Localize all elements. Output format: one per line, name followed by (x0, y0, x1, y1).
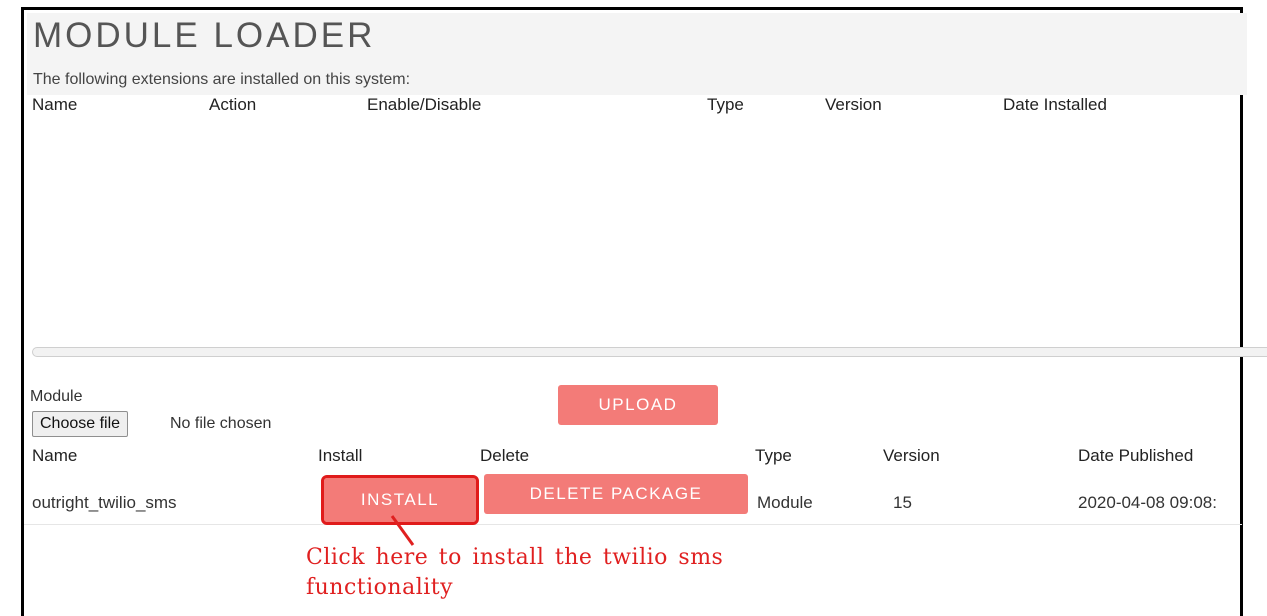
col-type: Type (755, 446, 792, 465)
col-version: Version (825, 95, 882, 114)
upload-button[interactable]: UPLOAD (558, 385, 718, 425)
header-panel: MODULE LOADER The following extensions a… (27, 13, 1247, 95)
col-date-installed: Date Installed (1003, 95, 1107, 114)
table-row: outright_twilio_sms INSTALL DELETE PACKA… (24, 470, 1242, 525)
col-name: Name (32, 95, 78, 114)
package-type: Module (757, 493, 813, 512)
module-label: Module (30, 388, 83, 405)
package-name: outright_twilio_sms (32, 493, 177, 512)
package-date-published: 2020-04-08 09:08: (1078, 493, 1217, 512)
col-delete: Delete (480, 446, 530, 465)
col-name: Name (32, 446, 78, 465)
delete-package-button[interactable]: DELETE PACKAGE (484, 474, 748, 514)
col-version: Version (883, 446, 940, 465)
no-file-chosen-text: No file chosen (170, 415, 272, 432)
choose-file-button[interactable]: Choose file (32, 411, 129, 437)
horizontal-scrollbar[interactable] (32, 347, 1267, 357)
annotation-line-2: functionality (306, 575, 454, 600)
col-enable-disable: Enable/Disable (367, 95, 482, 114)
module-loader-frame: MODULE LOADER The following extensions a… (21, 7, 1267, 616)
annotation-callout: Click here to install the twilio sms fun… (306, 543, 723, 603)
page-subtitle: The following extensions are installed o… (33, 71, 411, 88)
col-date-published: Date Published (1078, 446, 1194, 465)
install-button[interactable]: INSTALL (321, 475, 479, 525)
annotation-line-1: Click here to install the twilio sms (306, 545, 724, 570)
package-version: 15 (893, 493, 912, 512)
page-title: MODULE LOADER (33, 16, 376, 55)
col-action: Action (209, 95, 257, 114)
col-type: Type (707, 95, 744, 114)
extensions-table-header: Name Action Enable/Disable Type Version … (24, 95, 1242, 123)
col-install: Install (318, 446, 363, 465)
